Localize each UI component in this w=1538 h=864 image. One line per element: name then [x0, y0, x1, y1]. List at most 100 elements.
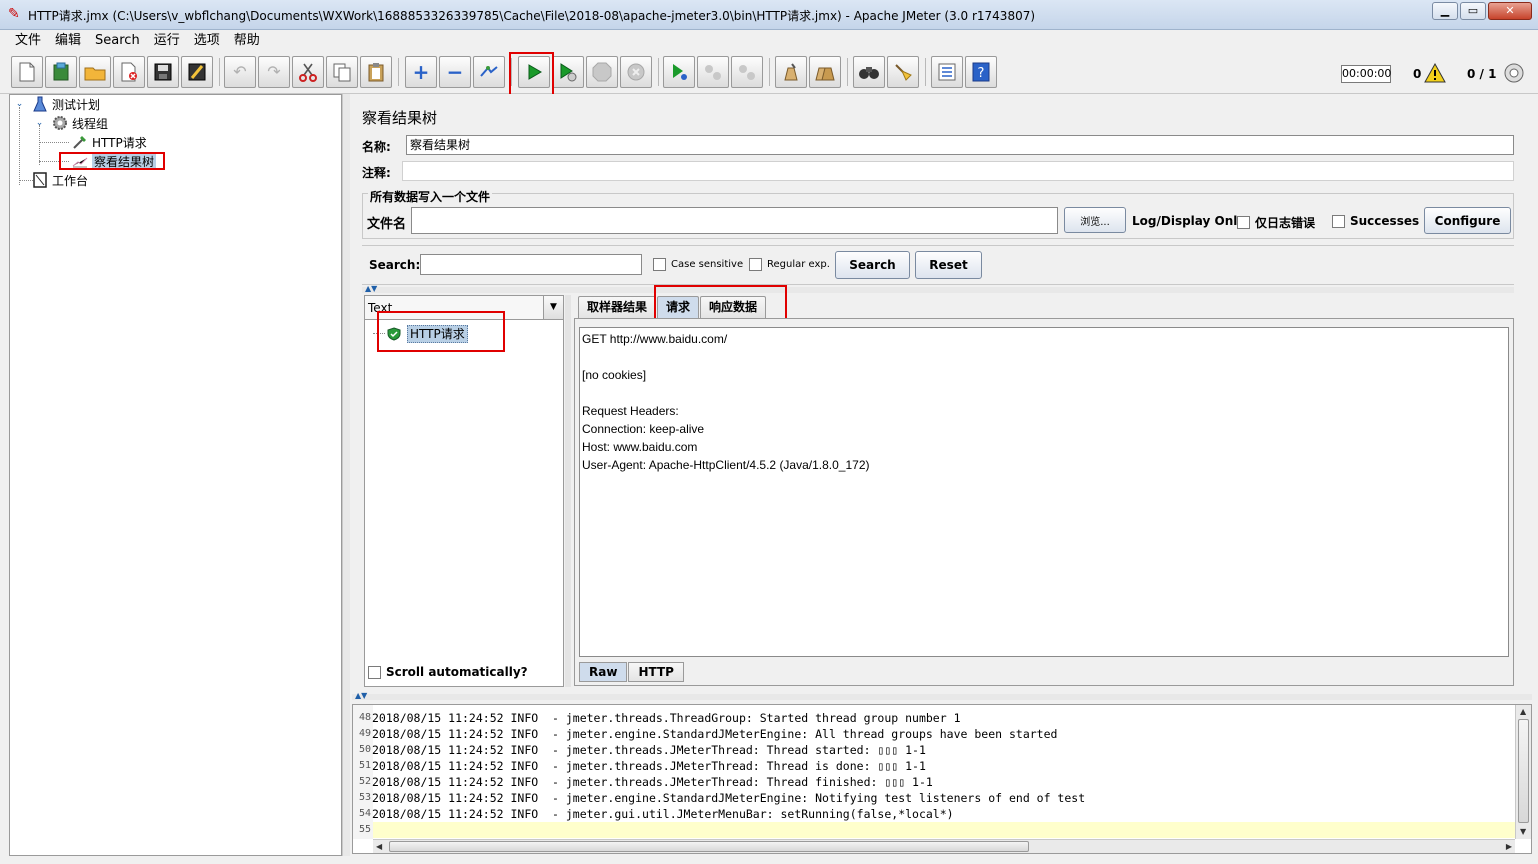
menu-search[interactable]: Search [88, 30, 147, 52]
tree-item-workbench[interactable]: 工作台 [32, 171, 88, 189]
scroll-thumb[interactable] [1518, 719, 1529, 823]
tab-response-data[interactable]: 响应数据 [700, 296, 767, 318]
reset-button[interactable]: Reset [915, 251, 982, 279]
tree-item-label: HTTP请求 [92, 135, 147, 150]
tree-item-label: 察看结果树 [92, 152, 157, 170]
menu-options[interactable]: 选项 [187, 30, 227, 52]
request-text-area[interactable]: GET http://www.baidu.com/ [no cookies] R… [579, 327, 1509, 657]
workbench-icon [32, 172, 48, 188]
regular-exp-checkbox[interactable]: Regular exp. [749, 258, 830, 271]
tree-item-result-tree[interactable]: 察看结果树 [72, 152, 157, 170]
request-line: [no cookies] [582, 368, 647, 382]
vertical-splitter[interactable] [342, 94, 350, 856]
errors-only-checkbox[interactable]: 仅日志错误 [1237, 214, 1315, 231]
filename-field[interactable] [411, 207, 1058, 234]
tab-request[interactable]: 请求 [657, 296, 700, 318]
undo-icon[interactable]: ↶ [224, 56, 256, 88]
scroll-auto-checkbox[interactable]: Scroll automatically? [368, 665, 528, 679]
log-splitter[interactable] [352, 694, 1532, 700]
test-plan-tree: ⌄ ⌄ 测试计划 线程组 HTTP请求 察看结果树 工作台 [9, 94, 342, 856]
menu-file[interactable]: 文件 [8, 30, 48, 52]
log-text: 2018/08/15 11:24:52 INFO - jmeter.engine… [372, 791, 1086, 805]
case-sensitive-checkbox[interactable]: Case sensitive [653, 258, 743, 271]
comment-label: 注释: [362, 166, 391, 180]
browse-button[interactable]: 浏览... [1064, 207, 1126, 233]
function-helper-icon[interactable] [931, 56, 963, 88]
close-file-icon[interactable] [113, 56, 145, 88]
new-icon[interactable] [11, 56, 43, 88]
line-number: 50 [358, 744, 371, 755]
successes-checkbox[interactable]: Successes [1332, 214, 1419, 228]
open-icon[interactable] [79, 56, 111, 88]
splitter-arrows-icon[interactable]: ▲▼ [365, 285, 377, 293]
search-button[interactable]: Search [835, 251, 910, 279]
checkbox-box[interactable] [653, 258, 666, 271]
checkbox-box[interactable] [368, 665, 381, 679]
menu-help[interactable]: 帮助 [227, 30, 267, 52]
configure-button[interactable]: Configure [1424, 207, 1511, 234]
checkbox-box[interactable] [1237, 216, 1250, 229]
subtab-raw[interactable]: Raw [579, 662, 628, 682]
start-no-pauses-icon[interactable] [552, 56, 584, 88]
result-splitter[interactable] [565, 295, 571, 687]
remote-stop-icon[interactable] [697, 56, 729, 88]
shutdown-icon[interactable] [620, 56, 652, 88]
tree-item-http-request[interactable]: HTTP请求 [72, 133, 147, 151]
panel-title: 察看结果树 [362, 109, 438, 127]
templates-icon[interactable] [45, 56, 77, 88]
start-icon[interactable] [518, 56, 550, 88]
cut-icon[interactable] [292, 56, 324, 88]
tree-item-thread-group[interactable]: 线程组 [52, 114, 108, 132]
result-tree-panel: 察看结果树 名称: 察看结果树 注释: 所有数据写入一个文件 文件名 浏览...… [352, 94, 1532, 856]
checkbox-box[interactable] [749, 258, 762, 271]
reset-search-icon[interactable] [887, 56, 919, 88]
help-icon[interactable]: ? [965, 56, 997, 88]
subtab-http[interactable]: HTTP [628, 662, 684, 682]
scroll-thumb[interactable] [389, 841, 1029, 852]
sample-result-item[interactable]: HTTP请求 [387, 325, 468, 343]
current-line-highlight [373, 822, 1515, 838]
scroll-right-icon[interactable]: ▶ [1506, 842, 1512, 851]
paste-icon[interactable] [360, 56, 392, 88]
collapse-toggle-icon[interactable]: ⌄ [35, 119, 44, 128]
renderer-select[interactable]: Text ▼ [365, 296, 563, 320]
menu-edit[interactable]: 编辑 [48, 30, 88, 52]
tab-sampler-result[interactable]: 取样器结果 [578, 296, 657, 318]
clear-all-icon[interactable] [809, 56, 841, 88]
stop-icon[interactable] [586, 56, 618, 88]
save-icon[interactable] [147, 56, 179, 88]
remote-start-icon[interactable] [663, 56, 695, 88]
expand-icon[interactable]: + [405, 56, 437, 88]
search-input[interactable] [420, 254, 642, 275]
tree-line [373, 333, 385, 334]
log-viewer[interactable]: 48 2018/08/15 11:24:52 INFO - jmeter.thre… [352, 704, 1532, 854]
collapse-icon[interactable]: − [439, 56, 471, 88]
checkbox-box[interactable] [1332, 214, 1345, 228]
scroll-auto-label: Scroll automatically? [386, 665, 528, 679]
comment-field[interactable] [402, 161, 1514, 181]
warning-icon[interactable] [1424, 63, 1446, 83]
close-button[interactable]: ✕ [1488, 2, 1532, 20]
scroll-left-icon[interactable]: ◀ [376, 842, 382, 851]
search-icon[interactable] [853, 56, 885, 88]
name-field[interactable]: 察看结果树 [406, 135, 1514, 155]
renderer-value: Text [368, 301, 393, 315]
tree-item-test-plan[interactable]: 测试计划 [32, 95, 100, 113]
toggle-icon[interactable] [473, 56, 505, 88]
scroll-up-icon[interactable]: ▲ [1520, 707, 1526, 716]
remote-shutdown-icon[interactable] [731, 56, 763, 88]
collapse-toggle-icon[interactable]: ⌄ [15, 100, 24, 109]
splitter-arrows-icon[interactable]: ▲▼ [355, 692, 367, 700]
copy-icon[interactable] [326, 56, 358, 88]
chevron-down-icon[interactable]: ▼ [543, 296, 563, 319]
minimize-button[interactable]: ▁ [1432, 2, 1458, 20]
scroll-down-icon[interactable]: ▼ [1520, 827, 1526, 836]
clear-icon[interactable] [775, 56, 807, 88]
maximize-button[interactable]: ▭ [1460, 2, 1486, 20]
redo-icon[interactable]: ↷ [258, 56, 290, 88]
menu-run[interactable]: 运行 [147, 30, 187, 52]
log-horizontal-scrollbar[interactable]: ◀ ▶ [373, 839, 1515, 853]
log-vertical-scrollbar[interactable]: ▲ ▼ [1515, 705, 1531, 839]
horizontal-splitter[interactable] [362, 287, 1514, 293]
save-screenshot-icon[interactable] [181, 56, 213, 88]
